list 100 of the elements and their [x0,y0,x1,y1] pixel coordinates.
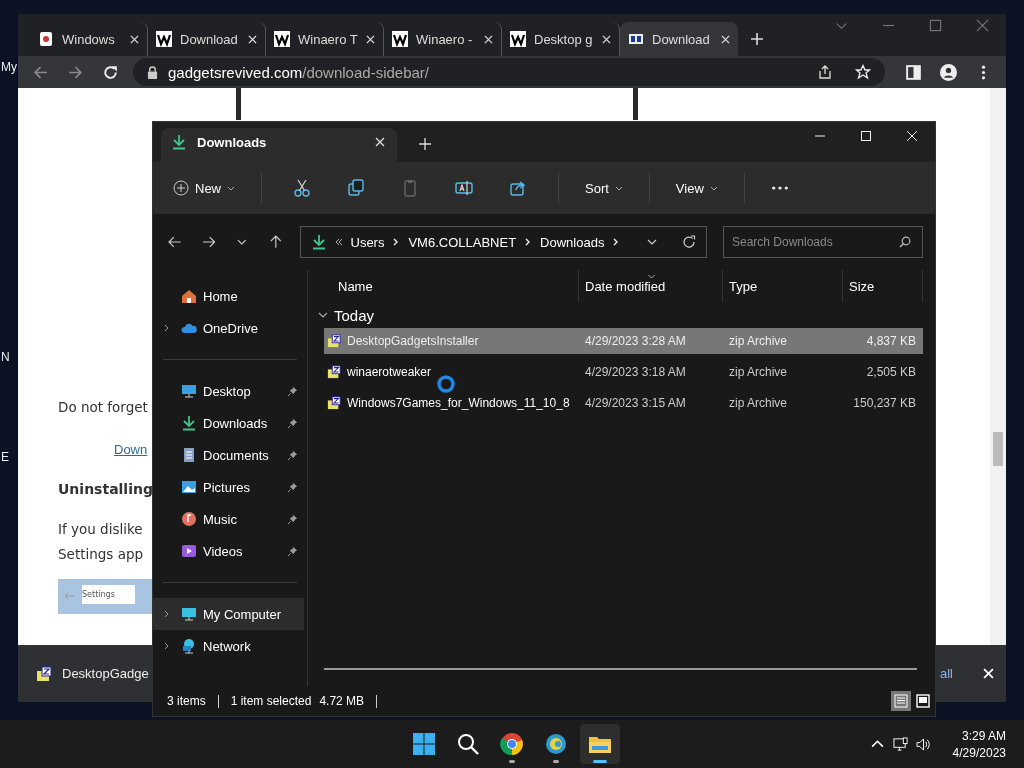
url-text: gadgetsrevived.com/download-sidebar/ [168,63,429,81]
column-header[interactable]: Type [723,270,843,302]
nav-item[interactable]: Network [153,630,304,662]
monitor-icon [181,383,197,399]
volume-icon[interactable] [915,736,931,752]
network-icon [181,638,197,654]
table-cell-text: zip Archive [728,396,789,410]
selection-info: 1 item selected [230,694,312,708]
sidebar-icon[interactable] [905,63,922,81]
nav-item[interactable]: Desktop [153,375,304,407]
browser-tab[interactable]: Download [620,22,738,56]
breadcrumb-item[interactable]: Downloads [540,234,605,250]
reload-icon[interactable] [102,63,119,81]
nav-item[interactable]: Documents [153,439,304,471]
table-cell-text: 4/29/2023 3:15 AM [584,396,687,410]
browser-logo-icon [544,732,568,756]
pin-icon[interactable] [287,417,298,429]
clock-date[interactable]: 4/29/2023 [952,745,1006,760]
scrollbar[interactable] [324,668,917,670]
file-name: DesktopGadgetsInstaller [347,334,479,348]
file-name: winaerotweaker [347,365,432,379]
zip-file-icon [327,396,341,410]
desktop-icon-label: My [1,60,17,74]
nav-item[interactable]: My Computer [153,598,304,630]
download-icon [171,134,187,150]
pin-icon[interactable] [287,545,298,557]
up-arrow-icon[interactable] [268,235,283,249]
file-row[interactable]: DesktopGadgetsInstaller 4/29/2023 3:28 AM zip Archive 4,837 KB [324,328,923,354]
file-explorer-button[interactable] [580,724,620,764]
selection-size: 4.72 MB [319,694,365,708]
back-icon[interactable] [168,235,182,249]
column-header[interactable]: Name [324,270,579,302]
w-logo-icon [274,31,290,47]
toolbar-menu-button[interactable]: Sort [577,176,631,200]
toolbar-menu-button[interactable]: View [667,176,726,200]
explorer-tab[interactable]: Downloads [161,128,397,162]
nav-item[interactable]: Videos [153,535,304,567]
w-logo-icon [156,31,172,47]
search-field[interactable]: Search Downloads [723,226,923,258]
chevron-right-icon[interactable] [163,324,171,332]
browser-logo-icon [500,732,524,756]
sort-caret-icon [647,274,656,279]
new-tab-icon[interactable] [750,32,764,46]
caret-icon [227,185,235,191]
address-bar[interactable]: gadgetsrevived.com/download-sidebar/ [133,58,885,86]
download-icon [310,234,327,250]
column-header[interactable]: Size [843,270,923,302]
share-icon[interactable] [817,64,833,80]
file-row[interactable]: winaerotweaker 4/29/2023 3:18 AM zip Archive 2,505 KB [324,359,923,385]
pin-icon[interactable] [287,449,298,461]
address-bar[interactable]: Users VM6.COLLABNET Downloads [299,226,707,258]
download-link[interactable]: Down [114,442,148,457]
screenshot-title: Settings [82,585,135,604]
pin-icon[interactable] [287,481,298,493]
monitor-icon [181,606,197,622]
download-file-name[interactable]: DesktopGadge [62,666,149,681]
group-header[interactable]: Today [314,302,923,328]
nav-item[interactable]: Home [153,280,304,312]
double-chevron-icon [334,238,343,246]
tiles-view-button[interactable] [913,691,933,711]
new-menu-button[interactable]: New [165,176,243,200]
chevron-right-icon[interactable] [163,642,171,650]
pin-icon[interactable] [287,513,298,525]
back-arrow-icon [64,592,76,600]
network-icon[interactable] [892,736,908,752]
home-icon [181,288,197,304]
nav-item[interactable]: Music [153,503,304,535]
star-icon[interactable] [855,64,871,80]
nav-item[interactable]: OneDrive [153,312,304,344]
breadcrumb-item[interactable]: Users [350,234,385,250]
w-logo-icon [392,31,408,47]
forward-icon[interactable] [201,235,216,249]
pin-icon[interactable] [287,385,298,397]
book-icon [628,31,644,47]
nav-item[interactable]: Pictures [153,471,304,503]
zip-file-icon [327,334,341,348]
more-options-icon[interactable] [770,186,789,190]
video-icon [181,543,197,559]
music-note-icon [181,511,197,527]
nav-item[interactable]: Downloads [153,407,304,439]
desktop-icon-label: N [1,350,10,364]
table-cell-text: zip Archive [728,334,789,348]
breadcrumb-item[interactable]: VM6.COLLABNET [408,234,517,250]
table-cell-text: zip Archive [728,365,789,379]
file-name: Windows7Games_for_Windows_11_10_8 [347,396,570,410]
card-icon [38,31,54,47]
file-row[interactable]: Windows7Games_for_Windows_11_10_8 4/29/2023 3:15 AM zip Archive 150,237 KB [324,390,923,416]
table-cell-text: 4,837 KB [865,334,917,348]
column-header[interactable]: Date modified [579,270,723,302]
profile-icon[interactable] [940,63,957,81]
w-logo-icon [510,31,526,47]
clock-time[interactable]: 3:29 AM [961,728,1006,743]
refresh-icon[interactable] [682,235,696,249]
download-icon [181,415,197,431]
show-all-link[interactable]: all [940,666,953,681]
table-cell-text: 4/29/2023 3:28 AM [584,334,687,348]
scrollbar[interactable] [990,88,1006,645]
section-heading: Uninstalling [58,481,153,497]
new-tab-icon[interactable] [419,138,431,150]
zip-file-icon [327,365,341,379]
